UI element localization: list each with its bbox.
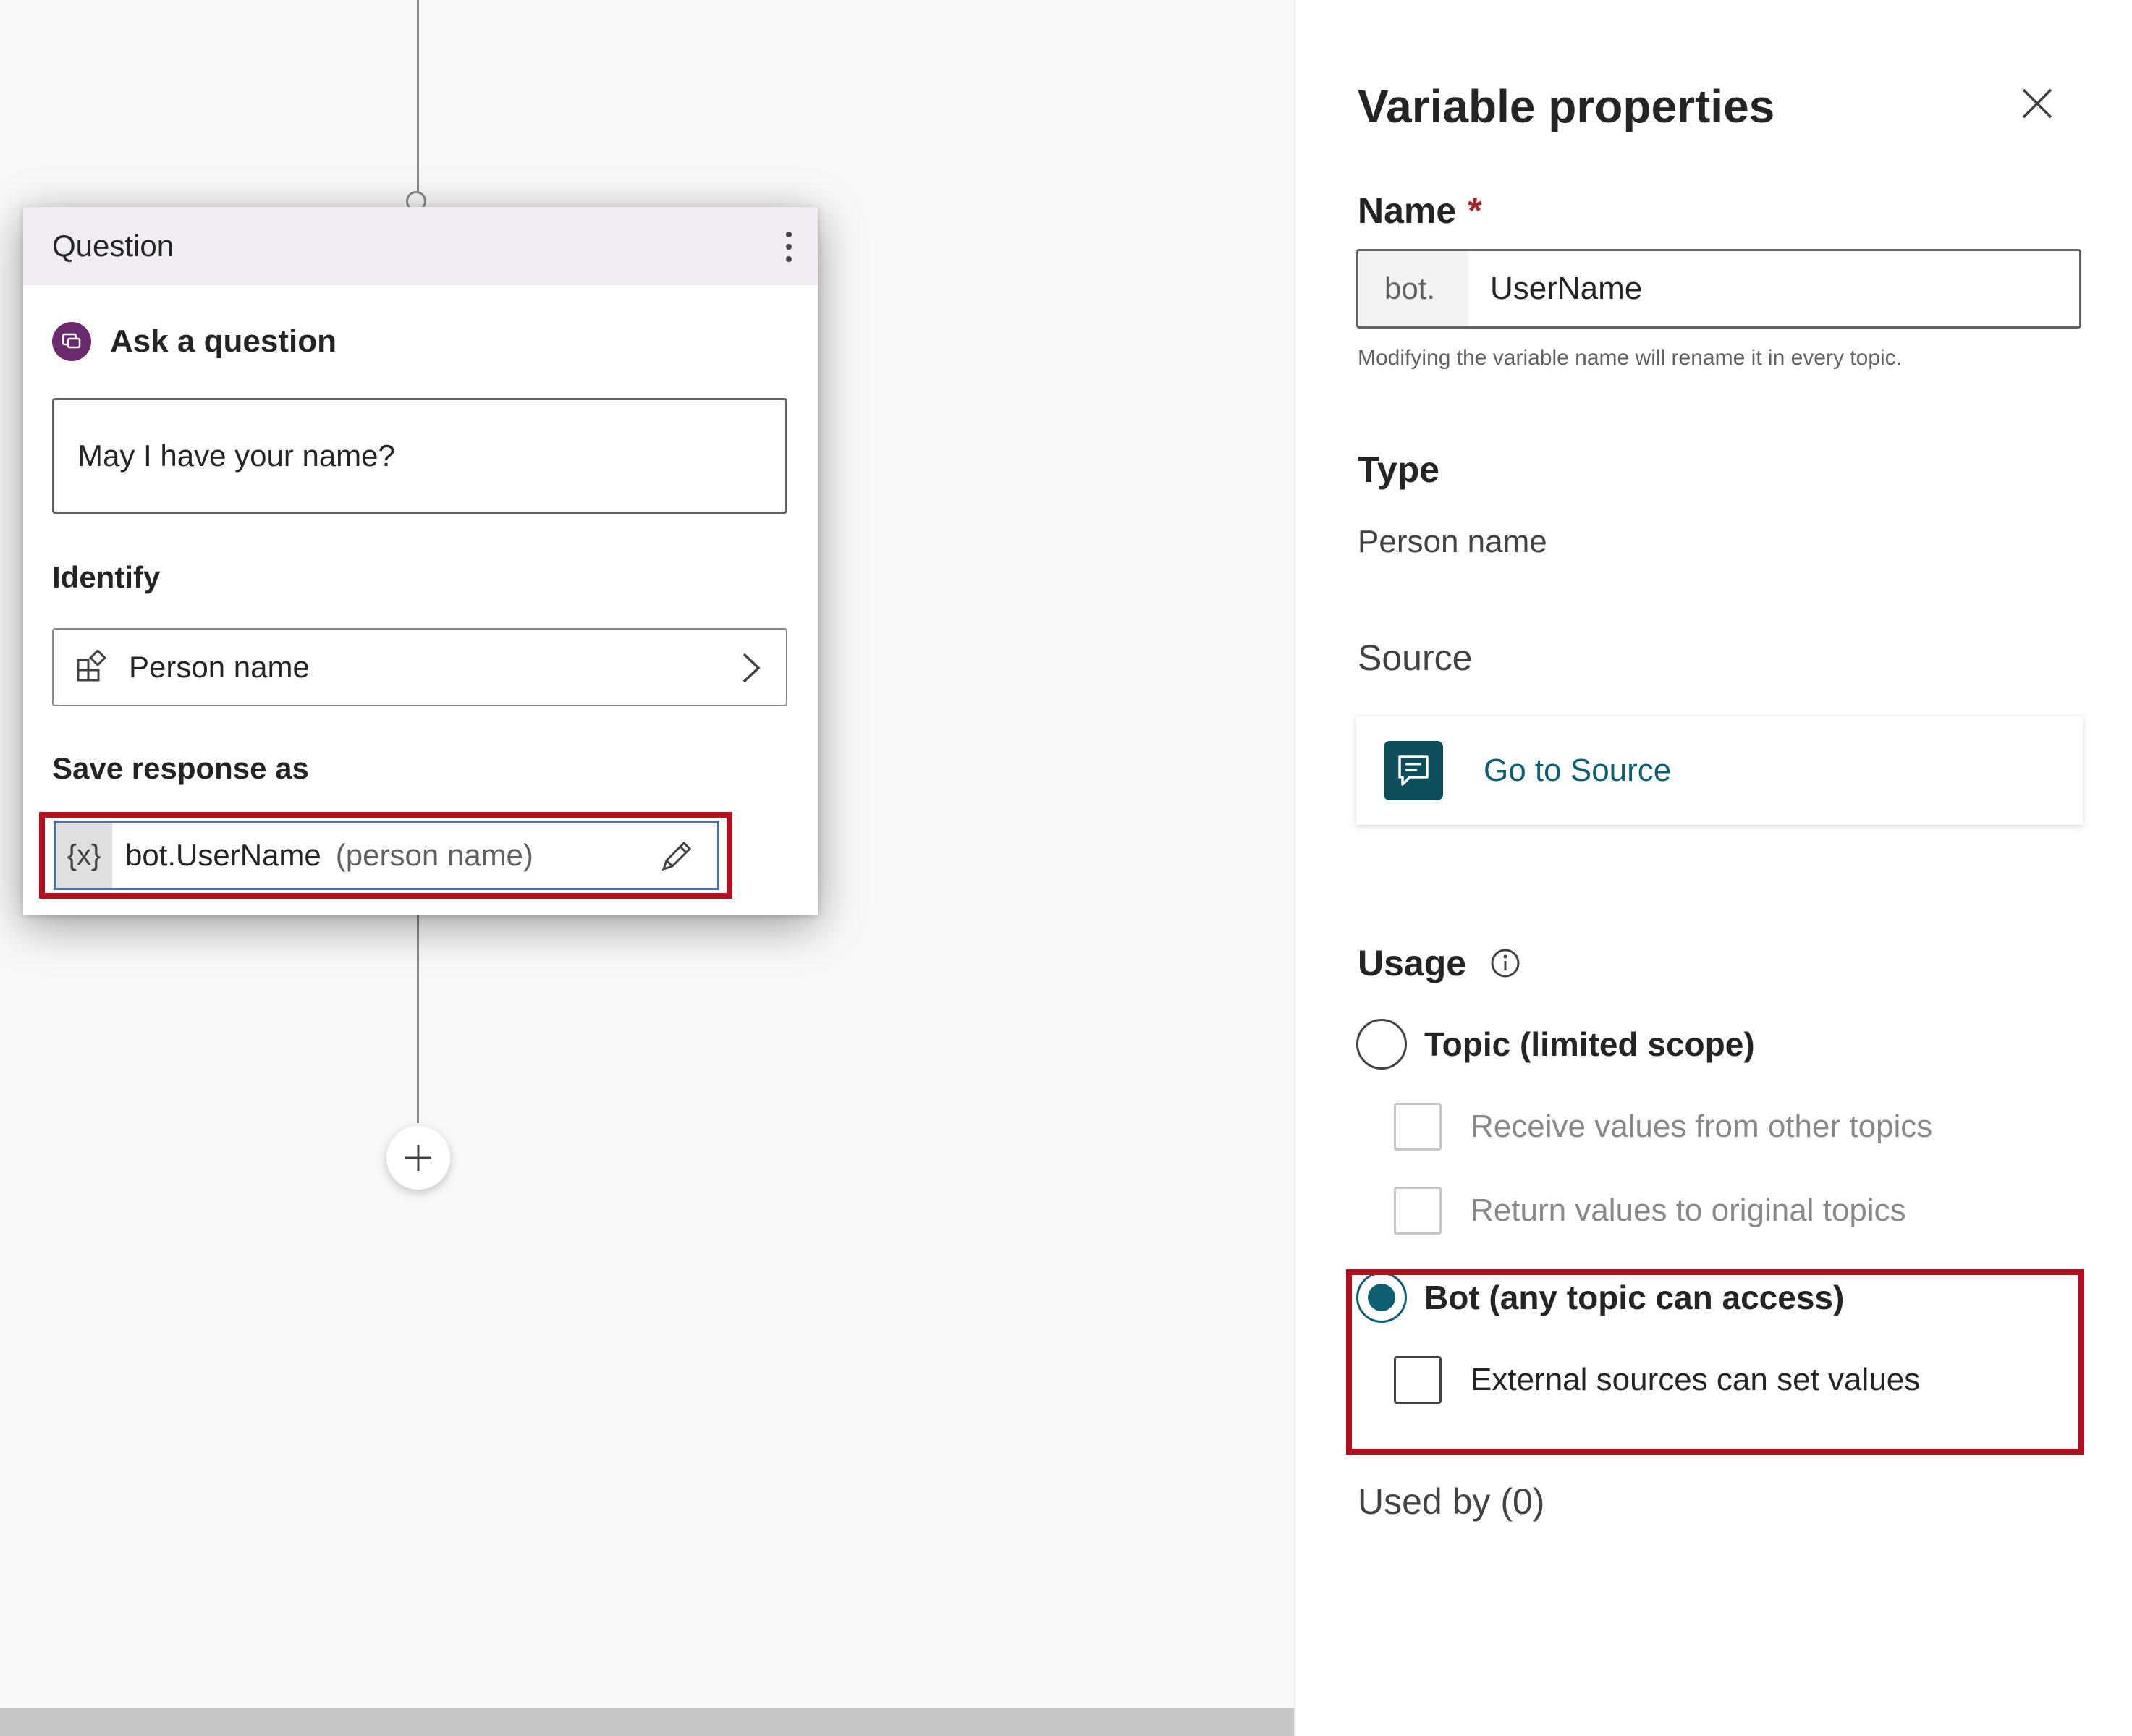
variable-properties-panel: Variable properties Name * bot. Modifying… xyxy=(1294,0,2132,1736)
required-mark: * xyxy=(1468,190,1482,231)
receive-values-label: Receive values from other topics xyxy=(1471,1109,1933,1144)
bot-usage-highlight-box xyxy=(1346,1269,2084,1455)
variable-icon: {x} xyxy=(56,823,112,888)
canvas-horizontal-scrollbar[interactable] xyxy=(0,1708,1294,1736)
plus-icon xyxy=(405,1145,431,1171)
save-response-label: Save response as xyxy=(52,751,309,785)
usage-label-text: Usage xyxy=(1358,943,1467,983)
info-icon[interactable] xyxy=(1489,947,1521,979)
variable-name-hint: Modifying the variable name will rename … xyxy=(1358,346,1903,370)
name-label: Name * xyxy=(1358,190,1482,232)
identify-label: Identify xyxy=(52,560,161,594)
chat-icon xyxy=(1384,741,1443,800)
question-text-input[interactable]: May I have your name? xyxy=(52,398,787,514)
source-label: Source xyxy=(1358,638,1473,678)
receive-values-option[interactable]: Receive values from other topics xyxy=(1394,1103,1932,1151)
return-values-label: Return values to original topics xyxy=(1471,1193,1906,1228)
panel-title: Variable properties xyxy=(1358,80,1775,132)
variable-type: (person name) xyxy=(335,838,533,872)
more-options-icon[interactable] xyxy=(782,229,796,265)
used-by-label: Used by (0) xyxy=(1358,1481,1545,1522)
radio-topic[interactable] xyxy=(1356,1019,1407,1070)
usage-option-topic[interactable]: Topic (limited scope) xyxy=(1356,1019,1755,1070)
variable-name-prefix: bot. xyxy=(1358,251,1468,326)
question-card-title: Question xyxy=(52,229,174,263)
question-node-card[interactable]: Question Ask a question May I have your … xyxy=(23,207,818,915)
ask-question-row: Ask a question xyxy=(52,321,337,362)
connector-line-top xyxy=(417,0,419,194)
variable-name-input[interactable] xyxy=(1490,271,2055,307)
question-card-header: Question xyxy=(23,207,818,285)
return-values-checkbox[interactable] xyxy=(1394,1187,1442,1235)
type-label: Type xyxy=(1358,449,1439,490)
save-response-variable-field[interactable]: {x} bot.UserName (person name) xyxy=(54,821,719,890)
chevron-right-icon xyxy=(743,653,761,683)
message-icon xyxy=(52,322,91,361)
go-to-source-button[interactable]: Go to Source xyxy=(1356,716,2083,825)
pencil-icon[interactable] xyxy=(658,837,695,875)
identify-entity-select[interactable]: Person name xyxy=(52,628,787,706)
go-to-source-label: Go to Source xyxy=(1484,753,1672,788)
identify-value: Person name xyxy=(129,650,310,684)
close-icon[interactable] xyxy=(2019,85,2055,122)
usage-option-topic-label: Topic (limited scope) xyxy=(1424,1025,1755,1063)
authoring-canvas: Question Ask a question May I have your … xyxy=(0,0,1294,1736)
add-node-button[interactable] xyxy=(386,1126,450,1190)
variable-name: bot.UserName xyxy=(125,838,321,872)
return-values-option[interactable]: Return values to original topics xyxy=(1394,1187,1906,1235)
variable-name-field[interactable]: bot. xyxy=(1356,249,2081,329)
connector-line-bottom xyxy=(417,913,419,1123)
receive-values-checkbox[interactable] xyxy=(1394,1103,1442,1151)
ask-question-label: Ask a question xyxy=(110,323,337,359)
name-label-text: Name xyxy=(1358,190,1457,231)
entity-icon xyxy=(77,650,107,682)
type-value: Person name xyxy=(1358,524,1547,559)
usage-label: Usage xyxy=(1358,942,1521,984)
